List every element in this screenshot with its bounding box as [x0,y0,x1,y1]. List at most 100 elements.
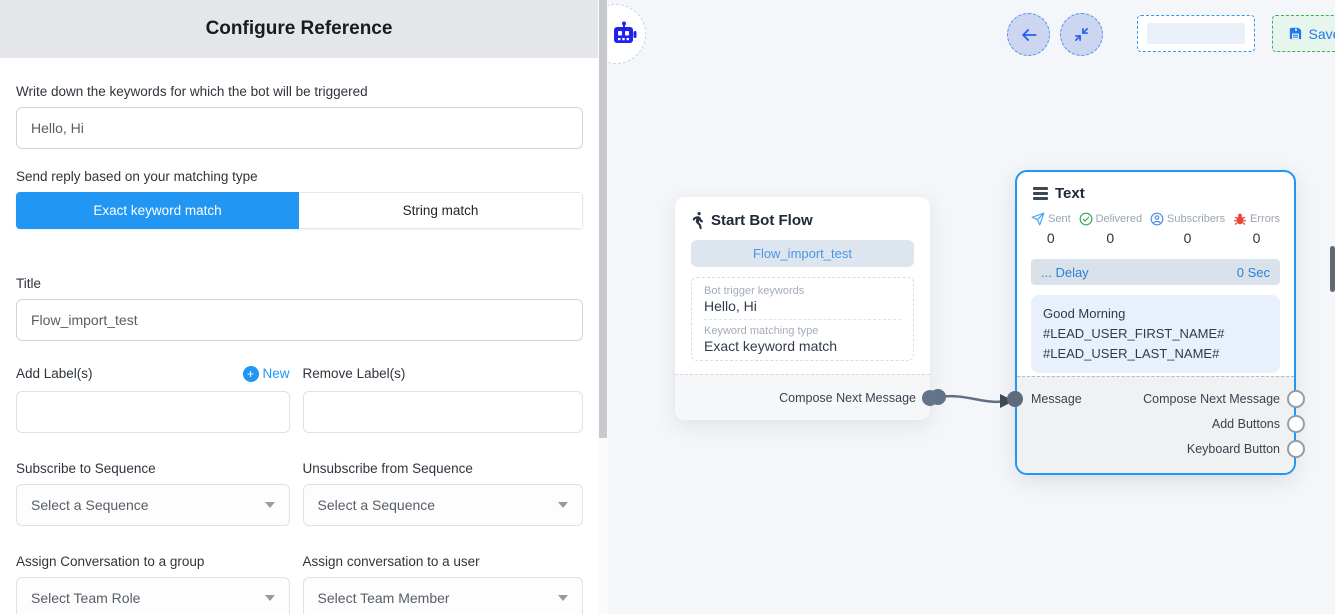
save-label: Save [1309,26,1335,42]
save-icon [1288,26,1303,41]
subscribe-sequence-select[interactable]: Select a Sequence [16,484,290,526]
assign-group-label: Assign Conversation to a group [16,554,290,569]
chevron-down-icon [558,595,568,601]
panel-scrollbar-thumb[interactable] [599,0,607,438]
keywords-section: Write down the keywords for which the bo… [16,84,583,149]
flow-name-pill[interactable]: Flow_import_test [691,240,914,267]
delay-label: ... Delay [1041,265,1089,280]
text-node-footer: Message Compose Next Message Add Buttons… [1017,376,1294,473]
trigger-keywords-label: Bot trigger keywords [704,285,901,297]
flow-canvas[interactable]: Save Start Bot Flow Flow_import_test Bot… [608,0,1335,614]
flow-name-button[interactable] [1137,15,1255,52]
subscribe-sequence-placeholder: Select a Sequence [31,497,149,513]
stat-delivered-label: Delivered [1096,213,1142,225]
panel-header: Configure Reference [0,0,598,58]
assign-group-select[interactable]: Select Team Role [16,577,290,614]
start-node-footer: Compose Next Message [675,374,930,420]
delay-value: 0 Sec [1237,265,1270,280]
unsubscribe-sequence-label: Unsubscribe from Sequence [303,461,583,476]
delay-row[interactable]: ... Delay 0 Sec [1031,259,1280,285]
message-preview[interactable]: Good Morning #LEAD_USER_FIRST_NAME# #LEA… [1031,295,1280,373]
page-scrollbar-thumb[interactable] [1330,246,1335,292]
chevron-down-icon [265,502,275,508]
assign-user-select[interactable]: Select Team Member [303,577,583,614]
matching-type-label: Keyword matching type [704,325,901,337]
new-label-text: New [263,366,290,381]
add-buttons-handle[interactable] [1287,415,1305,433]
walking-person-icon [691,212,704,229]
stat-sent: Sent 0 [1031,212,1071,246]
new-label-button[interactable]: + New [243,366,290,382]
stat-sent-label: Sent [1048,213,1071,225]
fit-view-button[interactable] [1060,13,1103,56]
assign-user-label: Assign conversation to a user [303,554,583,569]
sequence-section: Subscribe to Sequence Select a Sequence … [16,461,583,526]
stat-subscribers: Subscribers 0 [1150,212,1225,246]
configure-reference-panel: Configure Reference Write down the keywo… [0,0,598,614]
compose-next-message-label: Compose Next Message [779,391,916,405]
stat-subscribers-value: 0 [1184,230,1192,246]
unsubscribe-sequence-placeholder: Select a Sequence [318,497,436,513]
panel-title: Configure Reference [206,18,393,40]
back-button[interactable] [1007,13,1050,56]
add-buttons-output-label: Add Buttons [1212,417,1280,431]
message-input-handle[interactable] [1007,391,1023,407]
matching-section: Send reply based on your matching type E… [16,169,583,229]
robot-icon [611,21,637,47]
keyboard-button-output-label: Keyboard Button [1187,442,1280,456]
stat-errors-label: Errors [1250,213,1280,225]
keywords-label: Write down the keywords for which the bo… [16,84,583,99]
message-input-label: Message [1031,392,1082,406]
stat-delivered-value: 0 [1106,230,1114,246]
title-input[interactable]: Flow_import_test [16,299,583,341]
compose-next-message-handle[interactable] [1287,390,1305,408]
stat-sent-value: 0 [1047,230,1055,246]
text-node-title: Text [1055,185,1085,202]
bug-icon [1233,212,1247,226]
arrow-left-icon [1019,25,1039,45]
chevron-down-icon [558,502,568,508]
matching-type-toggle: Exact keyword match String match [16,192,583,229]
remove-labels-input[interactable] [303,391,583,433]
matching-label: Send reply based on your matching type [16,169,583,184]
drag-handle-icon[interactable] [1033,187,1048,200]
start-node-title: Start Bot Flow [711,212,813,229]
add-labels-label: Add Label(s) [16,366,93,381]
unsubscribe-sequence-select[interactable]: Select a Sequence [303,484,583,526]
string-match-button[interactable]: String match [299,192,583,229]
compose-next-message-output-label: Compose Next Message [1143,392,1280,406]
chevron-down-icon [265,595,275,601]
bot-avatar-bubble[interactable] [608,4,646,64]
start-output-handle[interactable] [922,390,938,406]
save-button[interactable]: Save [1272,15,1335,52]
trigger-keywords-value: Hello, Hi [704,298,901,314]
stats-row: Sent 0 Delivered 0 Subscribers [1017,210,1294,246]
exact-keyword-match-button[interactable]: Exact keyword match [16,192,299,229]
assign-user-placeholder: Select Team Member [318,590,450,606]
text-message-node[interactable]: Text Sent 0 Delivered [1015,170,1296,475]
keywords-input[interactable]: Hello, Hi [16,107,583,149]
stat-delivered: Delivered 0 [1079,212,1142,246]
subscribe-sequence-label: Subscribe to Sequence [16,461,290,476]
title-section: Title Flow_import_test [16,276,583,341]
compress-icon [1073,26,1090,43]
plus-icon: + [243,366,259,382]
matching-type-value: Exact keyword match [704,338,901,354]
start-bot-flow-node[interactable]: Start Bot Flow Flow_import_test Bot trig… [675,197,930,420]
labels-section: Add Label(s) + New Remove Label(s) [16,364,583,433]
stat-subscribers-label: Subscribers [1167,213,1225,225]
flow-name-redacted [1147,23,1245,44]
start-node-fields: Bot trigger keywords Hello, Hi Keyword m… [691,277,914,361]
check-circle-icon [1079,212,1093,226]
send-icon [1031,212,1045,226]
stat-errors-value: 0 [1253,230,1261,246]
keyboard-button-handle[interactable] [1287,440,1305,458]
assign-group-placeholder: Select Team Role [31,590,140,606]
subscribers-icon [1150,212,1164,226]
add-labels-input[interactable] [16,391,290,433]
title-label: Title [16,276,583,291]
assign-section: Assign Conversation to a group Select Te… [16,554,583,614]
remove-labels-label: Remove Label(s) [303,366,406,381]
panel-scrollbar[interactable] [598,0,608,614]
stat-errors: Errors 0 [1233,212,1280,246]
